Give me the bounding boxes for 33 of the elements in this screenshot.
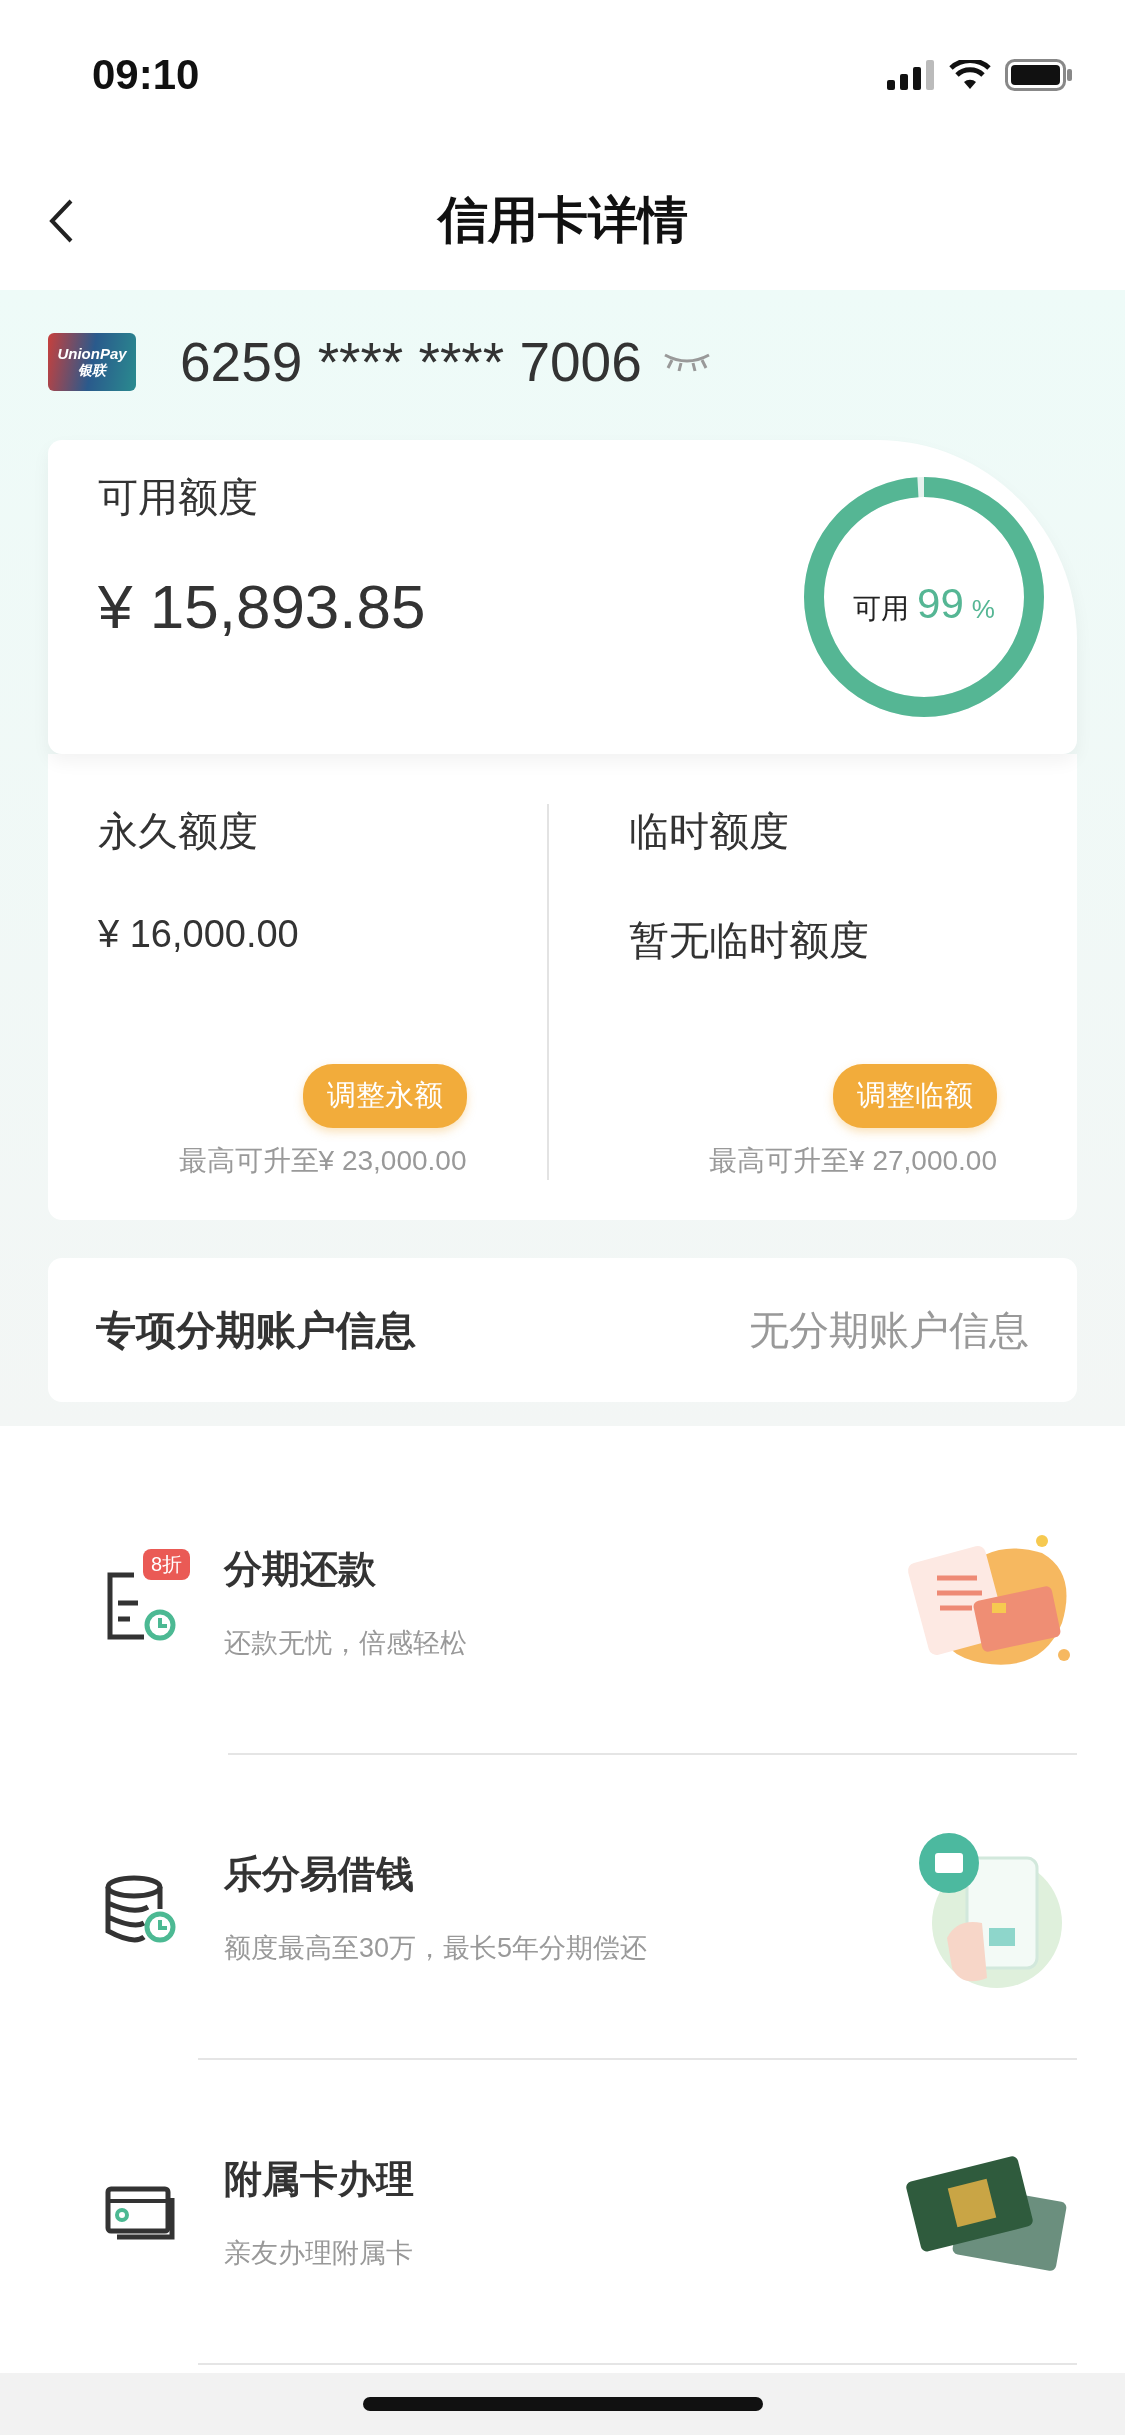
service-subtitle: 额度最高至30万，最长5年分期偿还 [224,1932,649,1965]
signal-icon [887,60,935,90]
page-title: 信用卡详情 [437,190,688,250]
max-limit-note: 最高可升至¥ 27,000.00 [709,1144,997,1178]
percent-sign: % [971,594,995,625]
limit-value: 暂无临时额度 [628,917,870,964]
limit-label: 临时额度 [628,808,790,855]
limit-value: ¥ 16,000.00 [98,913,300,956]
cards-icon [105,2185,175,2240]
limit-label: 永久额度 [98,808,259,855]
available-label: 可用额度 [98,474,259,521]
service-title: 分期还款 [224,1547,377,1592]
service-title: 乐分易借钱 [224,1852,415,1897]
card-number: 6259 **** **** 7006 [180,330,642,394]
discount-badge: 8折 [142,1548,190,1580]
back-chevron-icon [48,198,74,244]
max-limit-note: 最高可升至¥ 23,000.00 [178,1144,467,1178]
installment-account-row[interactable]: 专项分期账户信息 无分期账户信息 [48,1258,1077,1402]
installment-account-label: 专项分期账户信息 [96,1306,416,1354]
installment-account-value: 无分期账户信息 [749,1306,1029,1354]
available-amount: ¥ 15,893.85 [98,571,426,642]
wifi-icon [949,60,991,90]
battery-icon [1005,59,1073,91]
ring-label: 可用 [853,592,910,626]
ring-percent: 99 [917,580,964,628]
service-subtitle: 亲友办理附属卡 [224,2237,414,2270]
service-item[interactable]: 乐分易借钱 额度最高至30万，最长5年分期偿还 [0,1755,1125,2060]
service-title: 附属卡办理 [224,2157,415,2202]
service-subtitle: 还款无忧，倍感轻松 [224,1627,468,1660]
service-item[interactable]: 附属卡办理 亲友办理附属卡 [0,2060,1125,2365]
service-item[interactable]: 8折 分期还款 还款无忧，倍感轻松 [0,1450,1125,1755]
card-network-logo: UnionPay 银联 [48,333,136,391]
status-time: 09:10 [92,51,200,99]
